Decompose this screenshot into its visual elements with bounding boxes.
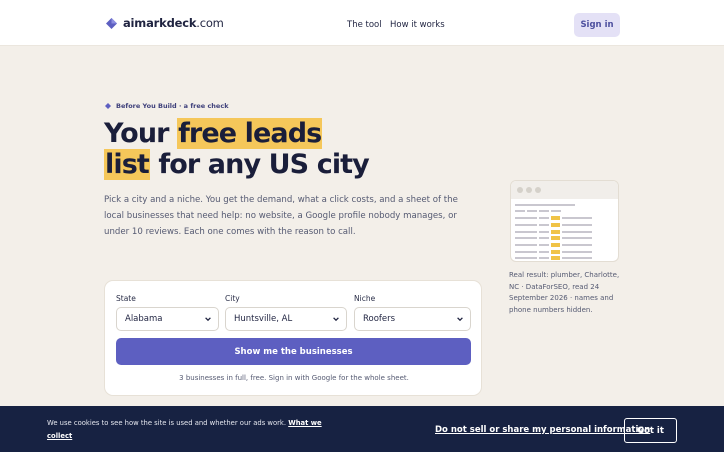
window-dot-icon [517, 187, 523, 193]
preview-caption: Real result: plumber, Charlotte, NC · Da… [509, 271, 620, 314]
city-value: Huntsville, AL [234, 314, 293, 324]
niche-label: Niche [354, 294, 376, 303]
headline-highlight-1: free leads [177, 118, 323, 149]
show-businesses-button[interactable]: Show me the businesses [116, 338, 471, 365]
brand-name-bold: aimarkdeck [123, 16, 197, 30]
site-header: aimarkdeck.com The tool How it works Sig… [0, 0, 724, 46]
chevron-down-icon [205, 317, 211, 322]
preview-row [515, 222, 614, 228]
city-select[interactable]: Huntsville, AL [225, 307, 347, 331]
niche-value: Roofers [363, 314, 396, 324]
diamond-logo-icon [106, 17, 117, 29]
state-label: State [116, 294, 136, 303]
result-preview-image [510, 180, 619, 262]
niche-select[interactable]: Roofers [354, 307, 471, 331]
form-note: 3 businesses in full, free. Sign in with… [179, 374, 409, 382]
brand-name-tld: .com [196, 16, 224, 30]
window-dot-icon [535, 187, 541, 193]
page-title: Your free leads list for any US city [104, 118, 464, 180]
state-select[interactable]: Alabama [116, 307, 219, 331]
cookie-text: We use cookies to see how the site is us… [47, 417, 337, 443]
preview-header-row [515, 202, 614, 208]
preview-tabs-row [515, 209, 614, 215]
brand-logo[interactable]: aimarkdeck.com [106, 16, 224, 30]
headline-highlight-2: list [104, 149, 150, 180]
city-label: City [225, 294, 240, 303]
sign-in-button[interactable]: Sign in [574, 13, 620, 37]
preview-window-bar [511, 181, 618, 199]
chevron-down-icon [457, 317, 463, 322]
do-not-sell-link[interactable]: Do not sell or share my personal informa… [435, 425, 650, 435]
headline-pre: Your [104, 118, 178, 149]
preview-row [515, 242, 614, 248]
eyebrow-text: Before You Build · a free check [116, 102, 229, 110]
preview-row [515, 235, 614, 241]
preview-row [515, 229, 614, 235]
preview-row [515, 249, 614, 255]
diamond-icon [105, 103, 111, 109]
preview-sheet [511, 199, 618, 262]
search-form-card: State Alabama City Huntsville, AL Niche … [104, 280, 482, 396]
preview-row [515, 256, 614, 262]
chevron-down-icon [333, 317, 339, 322]
preview-row [515, 215, 614, 221]
window-dot-icon [526, 187, 532, 193]
brand-name: aimarkdeck.com [123, 16, 224, 30]
headline-post: for any US city [149, 149, 369, 180]
got-it-button[interactable]: Got it [624, 418, 677, 443]
nav-link-the-tool[interactable]: The tool [347, 20, 382, 30]
state-value: Alabama [125, 314, 163, 324]
cookie-message: We use cookies to see how the site is us… [47, 419, 287, 427]
hero-description: Pick a city and a niche. You get the dem… [104, 195, 458, 237]
eyebrow: Before You Build · a free check [105, 102, 229, 110]
nav-link-how-it-works[interactable]: How it works [390, 20, 445, 30]
